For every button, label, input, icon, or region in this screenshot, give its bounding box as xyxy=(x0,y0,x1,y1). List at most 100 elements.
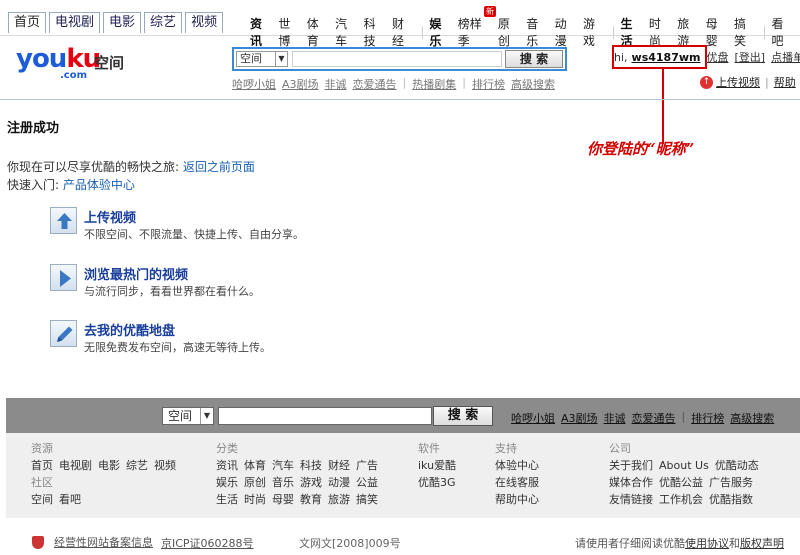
footer-link[interactable]: 游戏 xyxy=(300,474,322,491)
tab-home[interactable]: 首页 xyxy=(8,12,47,33)
footer-link[interactable]: 视频 xyxy=(154,457,176,474)
cat-link[interactable]: 榜样季 xyxy=(458,15,493,49)
logout-link[interactable]: [登出] xyxy=(734,49,765,65)
footer-link[interactable]: 在线客服 xyxy=(495,474,539,491)
cat-link[interactable]: 时尚 xyxy=(649,15,672,49)
cat-link[interactable]: 旅游 xyxy=(677,15,700,49)
footer-link[interactable]: 高级搜索 xyxy=(730,410,774,426)
footer-link[interactable]: 体育 xyxy=(244,457,266,474)
footer-link[interactable]: About Us xyxy=(659,457,709,474)
play-icon[interactable] xyxy=(50,264,77,291)
upload-link[interactable]: 上传视频 xyxy=(716,74,760,90)
tab-video[interactable]: 视频 xyxy=(185,12,224,33)
cat-link[interactable]: 体育 xyxy=(307,15,330,49)
cat-link[interactable]: 游戏 xyxy=(583,15,606,49)
footer-link[interactable]: 动漫 xyxy=(328,474,350,491)
icp-link[interactable]: 京ICP证060288号 xyxy=(161,535,254,551)
footer-link[interactable]: 首页 xyxy=(31,457,53,474)
footer-link[interactable]: 恋爱通告 xyxy=(632,410,676,426)
cat-link[interactable]: 母婴 xyxy=(706,15,729,49)
group-label-life[interactable]: 生活 xyxy=(620,15,643,49)
footer-link[interactable]: iku爱酷 xyxy=(418,457,456,474)
agreement-link[interactable]: 使用协议 xyxy=(685,537,729,550)
footer-link[interactable]: 原创 xyxy=(244,474,266,491)
footer-link[interactable]: 非诚 xyxy=(604,410,626,426)
footer-link[interactable]: 优酷3G xyxy=(418,474,456,491)
cat-link[interactable]: 汽车 xyxy=(335,15,358,49)
footer-link[interactable]: 空间 xyxy=(31,491,53,508)
upan-link[interactable]: 优盘 xyxy=(706,49,728,65)
footer-link[interactable]: 公益 xyxy=(356,474,378,491)
return-link[interactable]: 返回之前页面 xyxy=(183,160,255,174)
footer-link[interactable]: 财经 xyxy=(328,457,350,474)
footer-link[interactable]: 母婴 xyxy=(272,491,294,508)
sublink[interactable]: 排行榜 xyxy=(472,76,505,92)
footer-link[interactable]: 汽车 xyxy=(272,457,294,474)
footer-link[interactable]: 资讯 xyxy=(216,457,238,474)
footer-link[interactable]: 科技 xyxy=(300,457,322,474)
tab-movie[interactable]: 电影 xyxy=(103,12,142,33)
sublink[interactable]: 热播剧集 xyxy=(412,76,456,92)
copyright-link[interactable]: 版权声明 xyxy=(740,537,784,550)
tab-variety[interactable]: 综艺 xyxy=(144,12,183,33)
footer-link[interactable]: 广告服务 xyxy=(709,474,753,491)
sublink[interactable]: 哈啰小姐 xyxy=(232,76,276,92)
pencil-icon[interactable] xyxy=(50,320,77,347)
sublink[interactable]: A3剧场 xyxy=(282,76,319,92)
sublink[interactable]: 非诚 xyxy=(325,76,347,92)
feature-title[interactable]: 去我的优酷地盘 xyxy=(84,320,175,339)
footer-link[interactable]: 教育 xyxy=(300,491,322,508)
footer-link[interactable]: 帮助中心 xyxy=(495,491,539,508)
group-label-ent[interactable]: 娱乐 xyxy=(429,15,452,49)
chevron-down-icon[interactable]: ▼ xyxy=(275,52,287,66)
footer-link[interactable]: 哈啰小姐 xyxy=(511,410,555,426)
cat-link-kanba[interactable]: 看吧 xyxy=(771,15,794,49)
cat-link[interactable]: 世博 xyxy=(278,15,301,49)
tab-tv[interactable]: 电视剧 xyxy=(49,12,101,33)
footer-link[interactable]: 搞笑 xyxy=(356,491,378,508)
footer-link[interactable]: 电影 xyxy=(98,457,120,474)
chevron-down-icon[interactable]: ▼ xyxy=(200,408,213,424)
group-label-news[interactable]: 资讯 xyxy=(250,15,273,49)
sublink[interactable]: 高级搜索 xyxy=(511,76,555,92)
footer-link[interactable]: 媒体合作 xyxy=(609,474,653,491)
filing-link[interactable]: 经营性网站备案信息 xyxy=(54,534,153,550)
cat-link[interactable]: 原创 xyxy=(498,15,521,49)
footer-link[interactable]: 工作机会 xyxy=(659,491,703,508)
sublink[interactable]: 恋爱通告 xyxy=(353,76,397,92)
search-button[interactable]: 搜 索 xyxy=(505,50,563,68)
cat-link[interactable]: 搞笑 xyxy=(734,15,757,49)
feature-title[interactable]: 上传视频 xyxy=(84,207,136,226)
footer-link[interactable]: 旅游 xyxy=(328,491,350,508)
footer-link[interactable]: A3剧场 xyxy=(561,410,598,426)
footer-link[interactable]: 时尚 xyxy=(244,491,266,508)
search-input[interactable] xyxy=(292,51,502,67)
footer-search-button[interactable]: 搜 索 xyxy=(433,406,493,426)
footer-link[interactable]: 广告 xyxy=(356,457,378,474)
footer-link[interactable]: 优酷指数 xyxy=(709,491,753,508)
footer-search-input[interactable] xyxy=(218,407,432,425)
cat-link[interactable]: 科技 xyxy=(364,15,387,49)
upload-arrow-icon[interactable] xyxy=(50,207,77,234)
footer-link[interactable]: 友情链接 xyxy=(609,491,653,508)
footer-link[interactable]: 优酷动态 xyxy=(715,457,759,474)
feature-title[interactable]: 浏览最热门的视频 xyxy=(84,264,188,283)
footer-link[interactable]: 看吧 xyxy=(59,491,81,508)
footer-link[interactable]: 生活 xyxy=(216,491,238,508)
search-scope-select[interactable]: 空间 ▼ xyxy=(236,51,288,67)
footer-link[interactable]: 关于我们 xyxy=(609,457,653,474)
cat-link[interactable]: 动漫 xyxy=(555,15,578,49)
experience-center-link[interactable]: 产品体验中心 xyxy=(63,178,135,192)
footer-link[interactable]: 优酷公益 xyxy=(659,474,703,491)
cat-link[interactable]: 财经 xyxy=(392,15,415,49)
footer-search-scope-select[interactable]: 空间 ▼ xyxy=(162,407,214,425)
playlist-link[interactable]: 点播单 xyxy=(771,49,800,65)
youku-logo[interactable]: youku .com 空间 xyxy=(16,46,136,81)
footer-link[interactable]: 电视剧 xyxy=(59,457,92,474)
footer-link[interactable]: 娱乐 xyxy=(216,474,238,491)
footer-link[interactable]: 综艺 xyxy=(126,457,148,474)
help-link[interactable]: 帮助 xyxy=(774,74,796,90)
footer-link[interactable]: 音乐 xyxy=(272,474,294,491)
footer-link[interactable]: 体验中心 xyxy=(495,457,539,474)
cat-link[interactable]: 音乐 xyxy=(526,15,549,49)
